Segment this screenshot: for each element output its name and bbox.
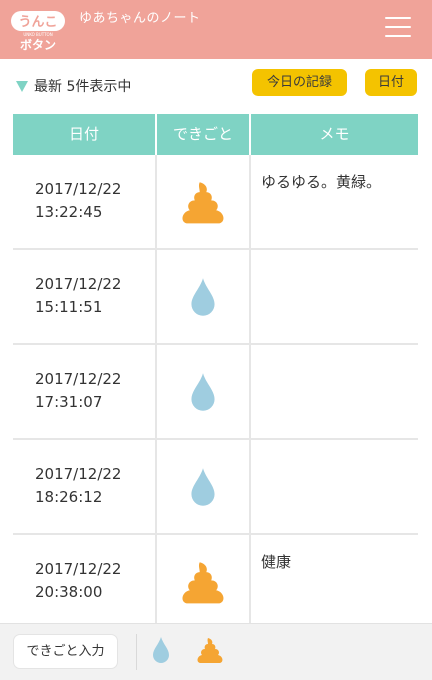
cell-date-text: 2017/12/22: [35, 370, 122, 388]
poop-icon: [197, 638, 223, 663]
table-header: 日付 できごと メモ: [13, 114, 418, 155]
cell-date-text: 2017/12/22: [35, 275, 122, 293]
footer-bar: できごと入力: [0, 623, 432, 680]
table-row[interactable]: 2017/12/22 20:38:00 健康: [13, 535, 418, 630]
cell-memo: 健康: [261, 553, 292, 571]
logo-text-bottom: ボタン: [20, 37, 56, 52]
droplet-icon: [153, 637, 169, 663]
column-divider: [249, 440, 251, 533]
cell-event: [157, 440, 249, 533]
main-content: 最新 5件表示中 今日の記録 日付 日付 できごと メモ 2017/12/22 1…: [0, 59, 432, 630]
cell-time-text: 17:31:07: [35, 393, 103, 411]
footer-divider: [136, 634, 137, 670]
table-row[interactable]: 2017/12/22 15:11:51: [13, 250, 418, 345]
cell-time-text: 13:22:45: [35, 203, 103, 221]
app-header: うんこ UNKO BUTTON ボタン ゆあちゃんのノート: [0, 0, 432, 59]
triangle-down-icon: [16, 80, 28, 92]
cell-event: [157, 250, 249, 343]
column-divider: [249, 535, 251, 628]
column-divider: [249, 250, 251, 343]
quick-add-pee-button[interactable]: [152, 636, 170, 668]
column-divider: [249, 345, 251, 438]
notebook-title: ゆあちゃんのノート: [79, 11, 201, 26]
droplet-icon: [191, 372, 215, 411]
table-row[interactable]: 2017/12/22 18:26:12: [13, 440, 418, 535]
cell-event: [157, 155, 249, 248]
logo-text-sub: UNKO BUTTON: [23, 32, 52, 37]
unko-button-logo[interactable]: うんこ UNKO BUTTON ボタン: [11, 8, 67, 52]
logo-text-top: うんこ: [18, 15, 57, 30]
cell-time-text: 18:26:12: [35, 488, 103, 506]
status-text: 最新 5件表示中: [34, 79, 132, 95]
table-row[interactable]: 2017/12/22 17:31:07: [13, 345, 418, 440]
cell-time-text: 15:11:51: [35, 298, 103, 316]
droplet-icon: [191, 467, 215, 506]
cell-time-text: 20:38:00: [35, 583, 103, 601]
column-header-memo: メモ: [251, 114, 418, 155]
column-divider: [249, 155, 251, 248]
cell-datetime: 2017/12/22 15:11:51: [35, 273, 121, 319]
records-table: 日付 できごと メモ 2017/12/22 13:22:45 ゆるゆる。黄緑。 201…: [13, 114, 418, 630]
cell-event: [157, 345, 249, 438]
table-body: 2017/12/22 13:22:45 ゆるゆる。黄緑。 2017/12/22 15:1…: [13, 155, 418, 630]
record-count-status: 最新 5件表示中: [16, 76, 131, 96]
today-record-button[interactable]: 今日の記録: [252, 69, 347, 96]
cell-date-text: 2017/12/22: [35, 560, 122, 578]
column-header-date: 日付: [13, 114, 155, 155]
cell-memo: ゆるゆる。黄緑。: [261, 173, 382, 191]
cell-date-text: 2017/12/22: [35, 180, 122, 198]
column-header-event: できごと: [157, 114, 249, 155]
cell-datetime: 2017/12/22 13:22:45: [35, 178, 121, 224]
event-input-button[interactable]: できごと入力: [14, 635, 117, 668]
poop-icon: [182, 181, 224, 223]
date-button[interactable]: 日付: [365, 69, 417, 96]
cell-datetime: 2017/12/22 20:38:00: [35, 558, 121, 604]
droplet-icon: [191, 277, 215, 316]
poop-icon: [182, 561, 224, 603]
cell-datetime: 2017/12/22 17:31:07: [35, 368, 121, 414]
cell-event: [157, 535, 249, 628]
quick-add-poop-button[interactable]: [196, 636, 224, 668]
cell-datetime: 2017/12/22 18:26:12: [35, 463, 121, 509]
cell-date-text: 2017/12/22: [35, 465, 122, 483]
hamburger-menu-icon[interactable]: [383, 17, 413, 43]
table-row[interactable]: 2017/12/22 13:22:45 ゆるゆる。黄緑。: [13, 155, 418, 250]
